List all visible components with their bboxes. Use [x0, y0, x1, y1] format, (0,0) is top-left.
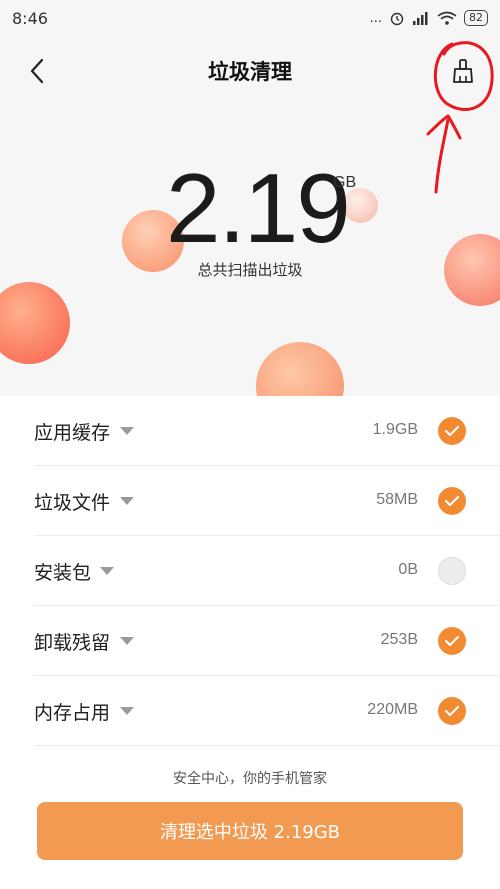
wifi-icon: [437, 11, 457, 25]
check-icon: [444, 635, 460, 647]
caret-down-icon[interactable]: [100, 567, 114, 575]
item-checkbox[interactable]: [438, 417, 466, 445]
page-title: 垃圾清理: [208, 60, 292, 84]
clean-selected-button[interactable]: 清理选中垃圾 2.19GB: [37, 802, 463, 860]
signal-icon: [413, 12, 428, 25]
check-icon: [444, 425, 460, 437]
item-size: 1.9GB: [372, 421, 418, 438]
item-size: 220MB: [367, 701, 418, 718]
item-size: 253B: [380, 631, 418, 648]
item-checkbox[interactable]: [438, 557, 466, 585]
item-label: 安装包: [34, 562, 92, 584]
list-item-memory-usage[interactable]: 内存占用 220MB: [34, 676, 500, 746]
list-item-junk-files[interactable]: 垃圾文件 58MB: [34, 466, 500, 536]
item-label: 卸载残留: [34, 632, 111, 654]
status-icons: ... 82: [370, 10, 488, 26]
caret-down-icon[interactable]: [120, 707, 134, 715]
list-item-uninstall-residue[interactable]: 卸载残留 253B: [34, 606, 500, 676]
item-label: 垃圾文件: [34, 492, 111, 514]
caret-down-icon[interactable]: [120, 637, 134, 645]
check-icon: [444, 705, 460, 717]
decor-bubble: [256, 342, 344, 396]
header-bar: 垃圾清理: [0, 40, 500, 102]
alarm-icon: [390, 12, 404, 26]
junk-size-value: 2.19: [166, 153, 351, 263]
status-time: 8:46: [12, 8, 48, 28]
clean-settings-button[interactable]: [446, 54, 480, 88]
junk-size-caption: 总共扫描出垃圾: [197, 261, 303, 279]
list-item-install-packages[interactable]: 安装包 0B: [34, 536, 500, 606]
decor-bubble: [0, 282, 70, 364]
caret-down-icon[interactable]: [120, 497, 134, 505]
caret-down-icon[interactable]: [120, 427, 134, 435]
item-label: 应用缓存: [34, 422, 111, 444]
check-icon: [444, 495, 460, 507]
battery-indicator: 82: [464, 10, 488, 26]
more-dots: ...: [369, 10, 382, 26]
scan-summary: 2.19 GB 总共扫描出垃圾: [0, 102, 500, 396]
list-item-app-cache[interactable]: 应用缓存 1.9GB: [34, 396, 500, 466]
junk-size-unit: GB: [333, 174, 357, 191]
item-checkbox[interactable]: [438, 627, 466, 655]
item-size: 58MB: [376, 491, 418, 508]
item-label: 内存占用: [34, 702, 111, 724]
item-size: 0B: [398, 561, 418, 578]
footer-tagline: 安全中心，你的手机管家: [173, 771, 327, 787]
item-checkbox[interactable]: [438, 487, 466, 515]
clean-brush-icon: [453, 59, 473, 83]
status-bar: 8:46 ... 82: [0, 0, 500, 36]
item-checkbox[interactable]: [438, 697, 466, 725]
